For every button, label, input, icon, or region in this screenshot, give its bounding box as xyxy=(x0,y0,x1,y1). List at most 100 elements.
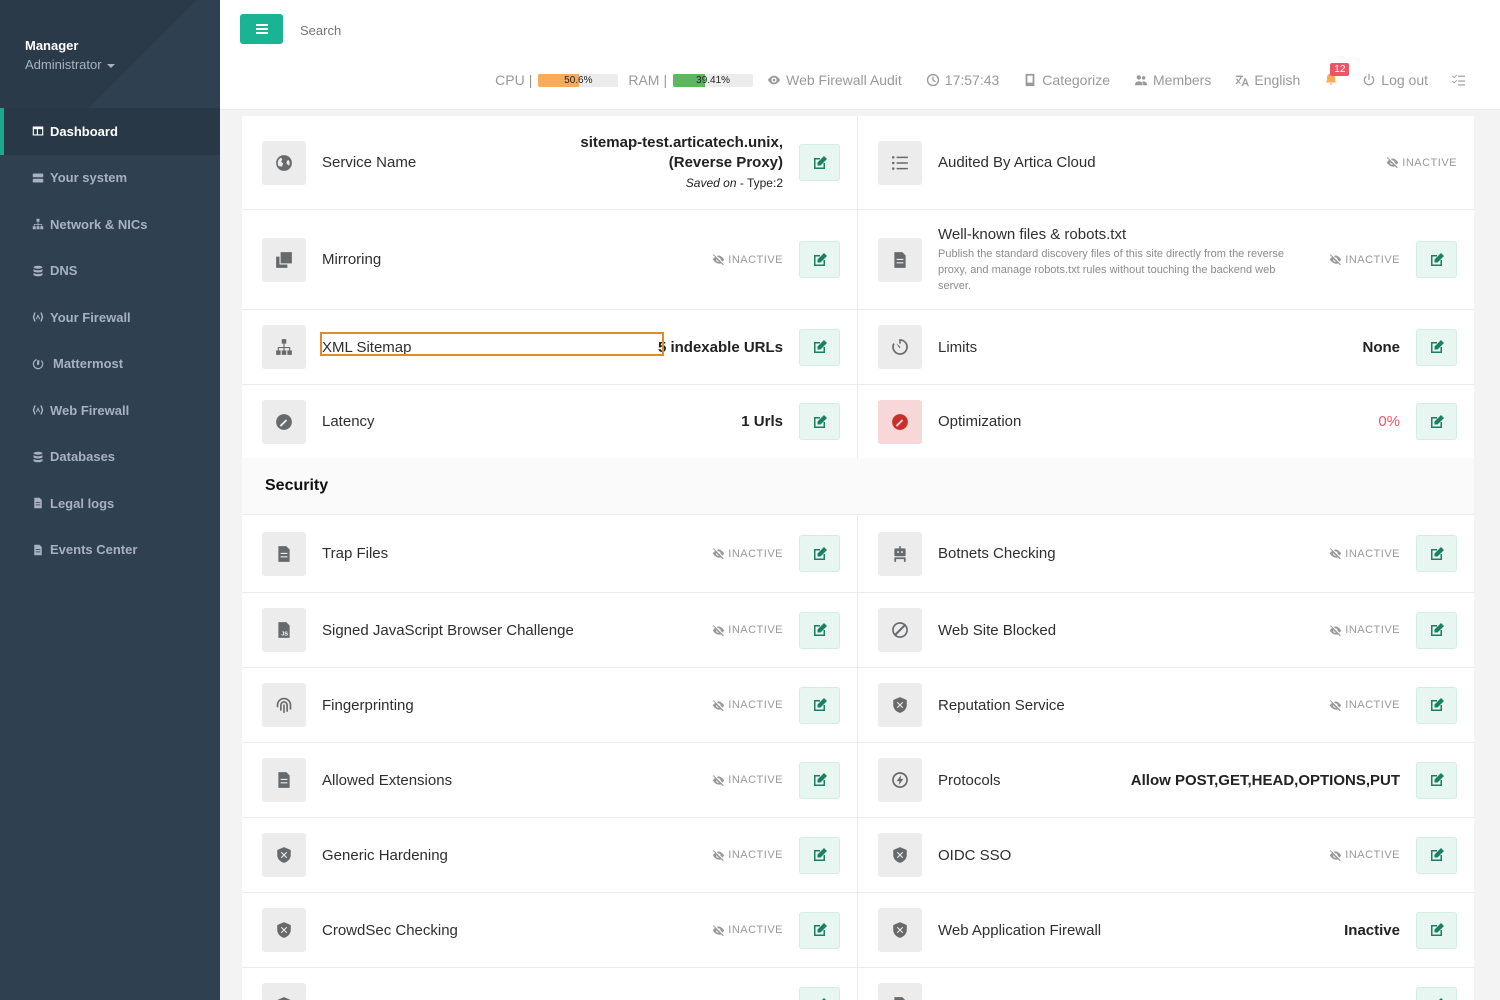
bolt-icon xyxy=(878,758,922,802)
security-item-label: Reputation Service xyxy=(938,696,1065,714)
shield-icon xyxy=(878,833,922,877)
web-firewall-audit-label: Web Firewall Audit xyxy=(786,72,902,88)
status-inactive: INACTIVE xyxy=(1329,699,1400,712)
wellknown-label-group: Well-known files & robots.txt Publish th… xyxy=(938,226,1329,294)
edit-icon xyxy=(1430,698,1444,711)
user-role-dropdown[interactable]: Administrator xyxy=(25,57,220,72)
eye-slash-icon xyxy=(713,774,725,786)
edit-xml-sitemap-button[interactable] xyxy=(799,328,840,366)
edit-fingerprinting-button[interactable] xyxy=(799,686,840,724)
eye-icon xyxy=(767,75,781,85)
security-item-label: CrowdSec Checking xyxy=(322,921,458,939)
tasks-button[interactable] xyxy=(1452,73,1466,87)
language-selector[interactable]: English xyxy=(1235,72,1300,88)
security-row: CrowdSec Checking INACTIVE xyxy=(242,893,858,968)
edit-site-blocked-button[interactable] xyxy=(1416,611,1457,649)
edit-limits-button[interactable] xyxy=(1416,328,1457,366)
latency-value: 1 Urls xyxy=(741,413,783,430)
status-inactive: INACTIVE xyxy=(712,624,783,637)
edit-wellknown-button[interactable] xyxy=(1416,241,1457,278)
notifications-button[interactable]: 12 xyxy=(1324,62,1350,89)
mirroring-label: Mirroring xyxy=(322,251,382,268)
edit-icon xyxy=(813,340,827,353)
web-firewall-audit-link[interactable]: Web Firewall Audit xyxy=(767,72,902,88)
categorize-link[interactable]: Categorize xyxy=(1023,72,1110,88)
shield-icon xyxy=(878,908,922,952)
edit-waf-button[interactable] xyxy=(1416,911,1457,949)
security-row-partial xyxy=(242,968,858,1000)
optimization-label: Optimization xyxy=(938,413,1022,430)
ram-label: RAM xyxy=(628,72,660,88)
wellknown-row: Well-known files & robots.txt Publish th… xyxy=(858,210,1474,310)
inactive-text: INACTIVE xyxy=(1345,849,1400,861)
eye-slash-icon xyxy=(713,924,725,936)
cpu-value: 50.6% xyxy=(564,74,593,86)
users-icon xyxy=(1134,75,1148,86)
speedometer-icon xyxy=(878,399,922,444)
edit-optimization-button[interactable] xyxy=(1416,403,1457,440)
eye-slash-icon xyxy=(713,624,725,636)
timer-icon xyxy=(878,325,922,369)
sidebar-item-dns[interactable]: DNS xyxy=(0,248,220,295)
language-label: English xyxy=(1254,72,1301,88)
server-icon xyxy=(31,171,45,185)
logout-label: Log out xyxy=(1381,72,1428,88)
edit-oidc-button[interactable] xyxy=(1416,836,1457,874)
limits-row: Limits None xyxy=(858,310,1474,385)
edit-js-challenge-button[interactable] xyxy=(799,611,840,649)
inactive-text: INACTIVE xyxy=(1345,699,1400,711)
edit-mirroring-button[interactable] xyxy=(799,241,840,278)
edit-button[interactable] xyxy=(799,986,840,1000)
edit-icon xyxy=(813,414,827,428)
sidebar-item-dashboard[interactable]: Dashboard xyxy=(0,108,220,155)
edit-button[interactable] xyxy=(1416,986,1457,1000)
status-inactive: INACTIVE xyxy=(1329,624,1400,637)
security-item-label: Botnets Checking xyxy=(938,545,1056,562)
edit-crowdsec-button[interactable] xyxy=(799,911,840,949)
edit-latency-button[interactable] xyxy=(799,403,840,440)
sidebar-item-events-center[interactable]: Events Center xyxy=(0,527,220,574)
security-item-label: OIDC SSO xyxy=(938,846,1012,864)
file-icon xyxy=(878,983,922,1000)
edit-service-name-button[interactable] xyxy=(799,144,840,181)
members-link[interactable]: Members xyxy=(1134,72,1211,88)
search-input[interactable] xyxy=(300,20,600,40)
service-type: - Type:2 xyxy=(736,175,783,190)
edit-protocols-button[interactable] xyxy=(1416,761,1457,799)
speedometer-icon xyxy=(262,399,306,444)
sidebar-item-mattermost[interactable]: Mattermost xyxy=(0,341,220,388)
tasks-icon xyxy=(1452,74,1466,86)
sidebar-item-network[interactable]: Network & NICs xyxy=(0,201,220,248)
sidebar-item-web-firewall[interactable]: Web Firewall xyxy=(0,387,220,434)
sidebar-item-databases[interactable]: Databases xyxy=(0,434,220,481)
edit-trap-files-button[interactable] xyxy=(799,535,840,572)
edit-generic-hardening-button[interactable] xyxy=(799,836,840,874)
menu-toggle-button[interactable] xyxy=(240,14,283,44)
limits-label: Limits xyxy=(938,338,978,356)
sidebar-item-your-firewall[interactable]: Your Firewall xyxy=(0,294,220,341)
edit-icon xyxy=(1430,773,1444,786)
edit-icon xyxy=(1430,848,1444,861)
edit-botnets-button[interactable] xyxy=(1416,535,1457,572)
logout-link[interactable]: Log out xyxy=(1362,72,1428,88)
sidebar-item-legal-logs[interactable]: Legal logs xyxy=(0,480,220,527)
javascript-icon: JS xyxy=(262,608,306,652)
sidebar-item-your-system[interactable]: Your system xyxy=(0,155,220,202)
file-icon xyxy=(31,543,45,557)
edit-icon xyxy=(1430,923,1444,936)
security-item-label: Allowed Extensions xyxy=(322,771,453,789)
security-row: OIDC SSO INACTIVE xyxy=(858,818,1474,893)
edit-reputation-button[interactable] xyxy=(1416,686,1457,724)
status-inactive: INACTIVE xyxy=(712,849,783,862)
inactive-text: INACTIVE xyxy=(728,924,783,936)
edit-allowed-extensions-button[interactable] xyxy=(799,761,840,799)
inactive-text: INACTIVE xyxy=(728,624,783,636)
power-icon xyxy=(1364,73,1375,86)
security-row: Trap Files INACTIVE xyxy=(242,515,858,593)
edit-icon xyxy=(813,252,827,266)
security-row: Web Application Firewall Inactive xyxy=(858,893,1474,968)
cpu-label: CPU xyxy=(495,72,525,88)
database-icon xyxy=(31,450,45,464)
security-row: Web Site Blocked INACTIVE xyxy=(858,593,1474,668)
security-row: JS Signed JavaScript Browser Challenge I… xyxy=(242,593,858,668)
